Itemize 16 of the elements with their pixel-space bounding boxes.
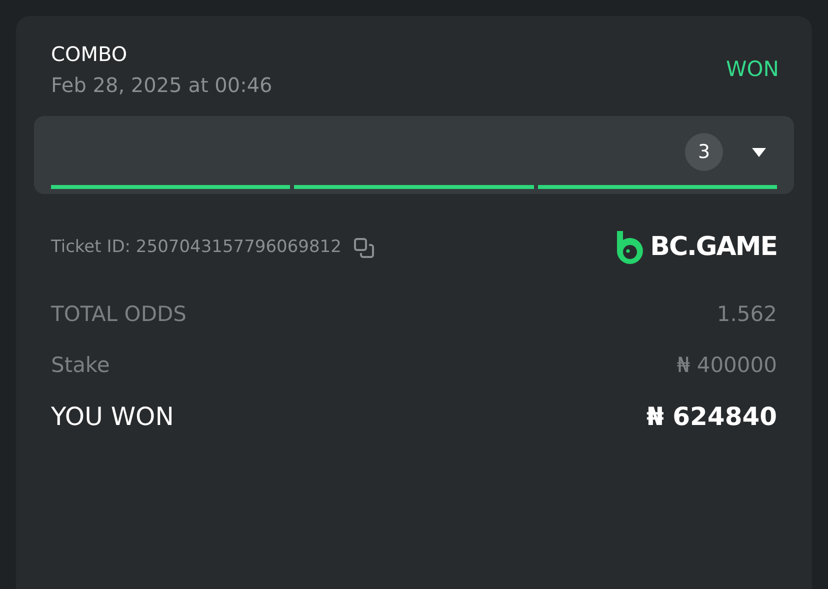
- copy-icon[interactable]: [353, 236, 376, 258]
- bet-date: Feb 28, 2025 at 00:46: [51, 72, 272, 98]
- summary-label: TOTAL ODDS: [51, 300, 186, 328]
- bet-status: WON: [726, 56, 779, 84]
- caret-icon[interactable]: [751, 146, 767, 158]
- leg-count-badge: 3: [685, 133, 723, 171]
- summary-value: ₦ 400000: [676, 352, 777, 379]
- summary-label: YOU WON: [51, 400, 174, 433]
- logo-icon: [614, 230, 644, 266]
- bet-type: COMBO: [51, 42, 128, 66]
- ticket-id: Ticket ID: 2507043157796069812: [51, 236, 342, 259]
- summary-label: Stake: [51, 352, 110, 379]
- legs-panel[interactable]: 3: [34, 116, 794, 194]
- summary-value: ₦ 624840: [646, 400, 777, 433]
- summary-value: 1.562: [716, 300, 777, 328]
- brand-name: BC.GAME: [650, 231, 777, 264]
